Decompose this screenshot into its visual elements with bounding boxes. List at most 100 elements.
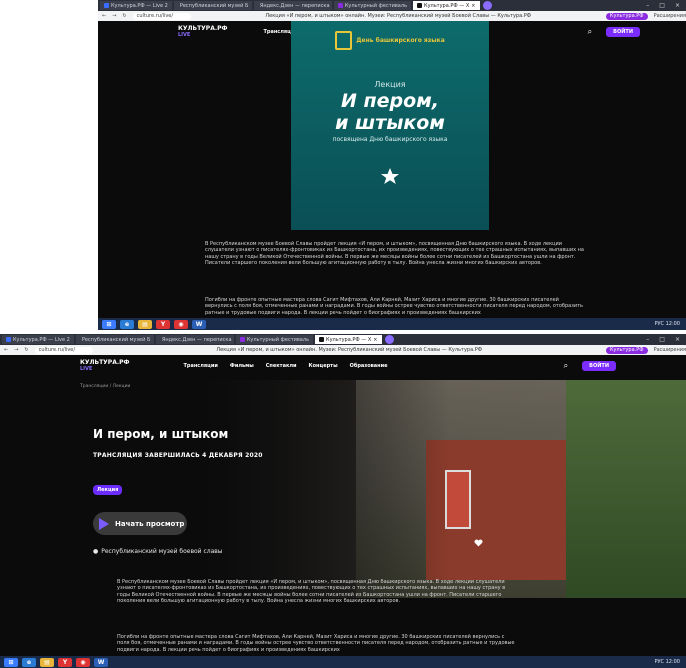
maximize-icon[interactable]: □ (659, 2, 665, 9)
minimize-icon[interactable]: – (646, 336, 649, 343)
hero-trees (566, 380, 686, 598)
tab-label: Культура.РФ — Х (326, 336, 372, 343)
site-logo[interactable]: КУЛЬТУРА.РФ LIVE (178, 26, 227, 39)
browser-tab[interactable]: Культура.РФ — Live 2 (100, 1, 172, 10)
bookmark-pill[interactable]: Культура.РФ (605, 12, 648, 20)
forward-icon[interactable]: → (112, 13, 116, 19)
book-icon (335, 31, 353, 50)
venue-label: Республиканский музей боевой славы (101, 548, 223, 555)
venue-link[interactable]: ● Республиканский музей боевой славы (93, 548, 223, 555)
nav-films[interactable]: Фильмы (230, 363, 254, 369)
login-button[interactable]: ВОЙТИ (582, 361, 616, 371)
close-icon[interactable]: × (675, 336, 680, 343)
browser-tab-active[interactable]: Культура.РФ — Х × (315, 335, 382, 344)
address-bar: ← → ↻ culture.ru/live/ Лекция «И пером, … (0, 345, 686, 355)
close-icon[interactable]: × (675, 2, 680, 9)
back-icon[interactable]: ← (102, 13, 106, 19)
windows-taskbar: ⊞ e ▤ Y ◉ W РУС 12:00 (98, 318, 686, 330)
back-icon[interactable]: ← (4, 347, 8, 353)
screenshot-bottom: Культура.РФ — Live 2 Республиканский муз… (0, 334, 686, 668)
tab-favicon-icon (6, 337, 11, 342)
description-paragraph-1: В Республиканском музее Боевой Славы про… (117, 579, 506, 605)
word-icon[interactable]: W (192, 319, 206, 329)
breadcrumb[interactable]: Трансляции / Лекции (80, 384, 130, 389)
taskbar-clock: РУС 12:00 (654, 659, 680, 665)
opera-icon[interactable]: ◉ (174, 319, 188, 329)
forward-icon[interactable]: → (14, 347, 18, 353)
tab-close-icon[interactable]: × (373, 337, 377, 343)
reload-icon[interactable]: ↻ (24, 347, 28, 353)
tab-label: Республиканский музей Б (179, 2, 249, 9)
explorer-icon[interactable]: ▤ (40, 657, 54, 667)
tab-label: Культурный фестиваль (246, 336, 310, 343)
reload-icon[interactable]: ↻ (122, 13, 126, 19)
browser-tab-active[interactable]: Культура.РФ — Х × (413, 1, 480, 10)
url-field[interactable]: culture.ru/live/ (34, 346, 93, 354)
windows-taskbar: ⊞ e ▤ Y ◉ W РУС 12:00 (0, 656, 686, 668)
browser-tab[interactable]: Республиканский музей Б (75, 335, 154, 344)
tab-label: Яндекс.Дзен — переписка (259, 2, 330, 9)
tab-close-icon[interactable]: × (471, 3, 475, 9)
login-button[interactable]: ВОЙТИ (606, 27, 640, 37)
explorer-icon[interactable]: ▤ (138, 319, 152, 329)
extensions-button[interactable]: Расширения (654, 347, 686, 353)
new-tab-button[interactable] (482, 1, 492, 10)
window-controls: – □ × (646, 2, 686, 9)
word-icon[interactable]: W (94, 657, 108, 667)
url-field[interactable]: culture.ru/live/ (132, 12, 191, 20)
search-icon[interactable]: ⌕ (588, 27, 592, 37)
start-icon[interactable]: ⊞ (4, 657, 18, 667)
tab-label: Культура.РФ — Live 2 (13, 336, 70, 343)
start-watching-button[interactable]: Начать просмотр (93, 512, 187, 535)
event-poster: День башкирского языка Лекция И пером, и… (291, 21, 489, 230)
description-paragraph-1: В Республиканском музее Боевой Славы про… (205, 241, 584, 267)
browser-tab[interactable]: Республиканский музей Б (173, 1, 252, 10)
nav-concerts[interactable]: Концерты (309, 363, 338, 369)
bookmark-pill[interactable]: Культура.РФ (605, 346, 648, 354)
edge-icon[interactable]: e (22, 657, 36, 667)
browser-tab[interactable]: Культура.РФ — Live 2 (2, 335, 74, 344)
opera-icon[interactable]: ◉ (76, 657, 90, 667)
browser-tab-strip: Культура.РФ — Live 2 Республиканский муз… (0, 334, 686, 345)
logo-sub: LIVE (80, 366, 93, 372)
yandex-icon[interactable]: Y (156, 319, 170, 329)
search-icon[interactable]: ⌕ (564, 361, 568, 371)
nav-broadcasts[interactable]: Трансляции (183, 363, 217, 369)
browser-tab[interactable]: Яндекс.Дзен — переписка (155, 335, 234, 344)
new-tab-button[interactable] (384, 335, 394, 344)
favorite-heart-icon[interactable] (474, 539, 483, 547)
minimize-icon[interactable]: – (646, 2, 649, 9)
location-pin-icon: ● (93, 548, 99, 555)
play-button-label: Начать просмотр (115, 519, 185, 528)
page-title-bar: Лекция «И пером, и штыком» онлайн. Музеи… (216, 347, 483, 353)
category-badge[interactable]: Лекция (93, 485, 123, 495)
extensions-button[interactable]: Расширения (654, 13, 686, 19)
tab-label: Культура.РФ — Х (424, 2, 470, 9)
tab-label: Культура.РФ — Live 2 (111, 2, 168, 9)
description-paragraph-2: Погибли на фронте опытные мастера слова … (205, 297, 583, 316)
yandex-icon[interactable]: Y (58, 657, 72, 667)
site-logo[interactable]: КУЛЬТУРА.РФ LIVE (80, 360, 129, 373)
maximize-icon[interactable]: □ (659, 336, 665, 343)
tab-favicon-icon (337, 3, 343, 8)
tab-favicon-icon (319, 337, 325, 342)
nav-performances[interactable]: Спектакли (266, 363, 297, 369)
start-icon[interactable]: ⊞ (102, 319, 116, 329)
page-title-bar: Лекция «И пером, и штыком» онлайн. Музеи… (265, 13, 532, 19)
poster-dedication: посвящена Дню башкирского языка (332, 136, 448, 143)
museum-star-icon (379, 167, 401, 185)
screenshot-top: Культура.РФ — Live 2 Республиканский муз… (98, 0, 686, 330)
description-paragraph-2: Погибли на фронте опытные мастера слова … (117, 634, 515, 653)
tab-label: Культурный фестиваль (344, 2, 408, 9)
nav-education[interactable]: Образование (350, 363, 388, 369)
edge-icon[interactable]: e (120, 319, 134, 329)
hero-gradient (0, 380, 450, 598)
browser-tab-strip: Культура.РФ — Live 2 Республиканский муз… (98, 0, 686, 11)
tab-label: Республиканский музей Б (81, 336, 151, 343)
emblem-text: День башкирского языка (356, 36, 445, 44)
poster-title-line2: и штыком (335, 112, 445, 134)
address-bar: ← → ↻ culture.ru/live/ Лекция «И пером, … (98, 11, 686, 21)
browser-tab[interactable]: Культурный фестиваль (333, 1, 412, 10)
browser-tab[interactable]: Яндекс.Дзен — переписка (253, 1, 332, 10)
browser-tab[interactable]: Культурный фестиваль (235, 335, 314, 344)
